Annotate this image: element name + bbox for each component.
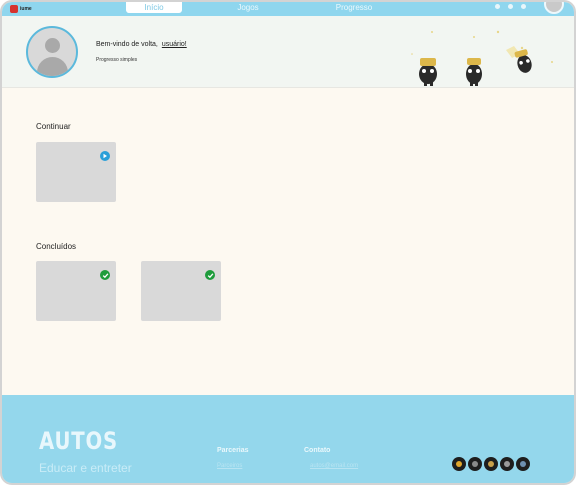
completed-section-title: Concluídos <box>36 242 77 251</box>
welcome-header: Bem-vindo de volta, usuário! Progresso s… <box>2 16 574 88</box>
progress-label: Progresso simples <box>96 57 138 63</box>
continue-card[interactable] <box>36 142 116 202</box>
avatar[interactable] <box>26 26 78 78</box>
tab-inicio[interactable]: Início <box>126 2 182 13</box>
top-nav: iume Início Jogos Progresso <box>2 2 574 16</box>
footer-contact-link[interactable]: autos@email.com <box>310 463 358 469</box>
completed-card[interactable] <box>141 261 221 321</box>
avatar-head-icon <box>45 38 60 53</box>
footer-brand: AUTOS <box>39 427 119 455</box>
twitter-icon[interactable] <box>468 457 482 471</box>
continue-section-title: Continuar <box>36 122 71 131</box>
footer-partners-title: Parcerias <box>217 447 249 454</box>
username-link[interactable]: usuário! <box>162 41 187 48</box>
logo-text: iume <box>20 6 32 12</box>
mascot-illustration <box>411 30 553 86</box>
check-icon <box>100 270 110 280</box>
help-icon[interactable] <box>521 4 526 9</box>
play-icon[interactable] <box>100 151 110 161</box>
tab-jogos[interactable]: Jogos <box>228 2 268 13</box>
app-window: iume Início Jogos Progresso Bem-vindo de… <box>0 0 576 485</box>
tab-progresso[interactable]: Progresso <box>324 2 384 13</box>
avatar-body-icon <box>37 57 68 76</box>
whatsapp-icon[interactable] <box>516 457 530 471</box>
completed-card[interactable] <box>36 261 116 321</box>
social-links <box>452 457 530 471</box>
welcome-greeting: Bem-vindo de volta, <box>96 41 158 48</box>
sound-icon[interactable] <box>495 4 500 9</box>
logo-mark-icon <box>10 5 18 13</box>
check-icon <box>205 270 215 280</box>
instagram-icon[interactable] <box>484 457 498 471</box>
facebook-icon[interactable] <box>452 457 466 471</box>
logo[interactable]: iume <box>10 4 32 14</box>
settings-icon[interactable] <box>508 4 513 9</box>
mascot-1-icon <box>419 58 437 86</box>
youtube-icon[interactable] <box>500 457 514 471</box>
footer-tagline: Educar e entreter <box>39 461 132 475</box>
welcome-text: Bem-vindo de volta, usuário! <box>96 41 187 48</box>
footer-contact-title: Contato <box>304 447 331 454</box>
nav-avatar[interactable] <box>544 2 564 14</box>
mascot-3-icon <box>514 49 532 73</box>
footer: AUTOS Educar e entreter Parcerias Parcei… <box>2 395 574 483</box>
mascot-2-icon <box>466 58 482 86</box>
footer-partners-link[interactable]: Parceiros <box>217 463 242 469</box>
nav-icon-group <box>495 4 526 9</box>
